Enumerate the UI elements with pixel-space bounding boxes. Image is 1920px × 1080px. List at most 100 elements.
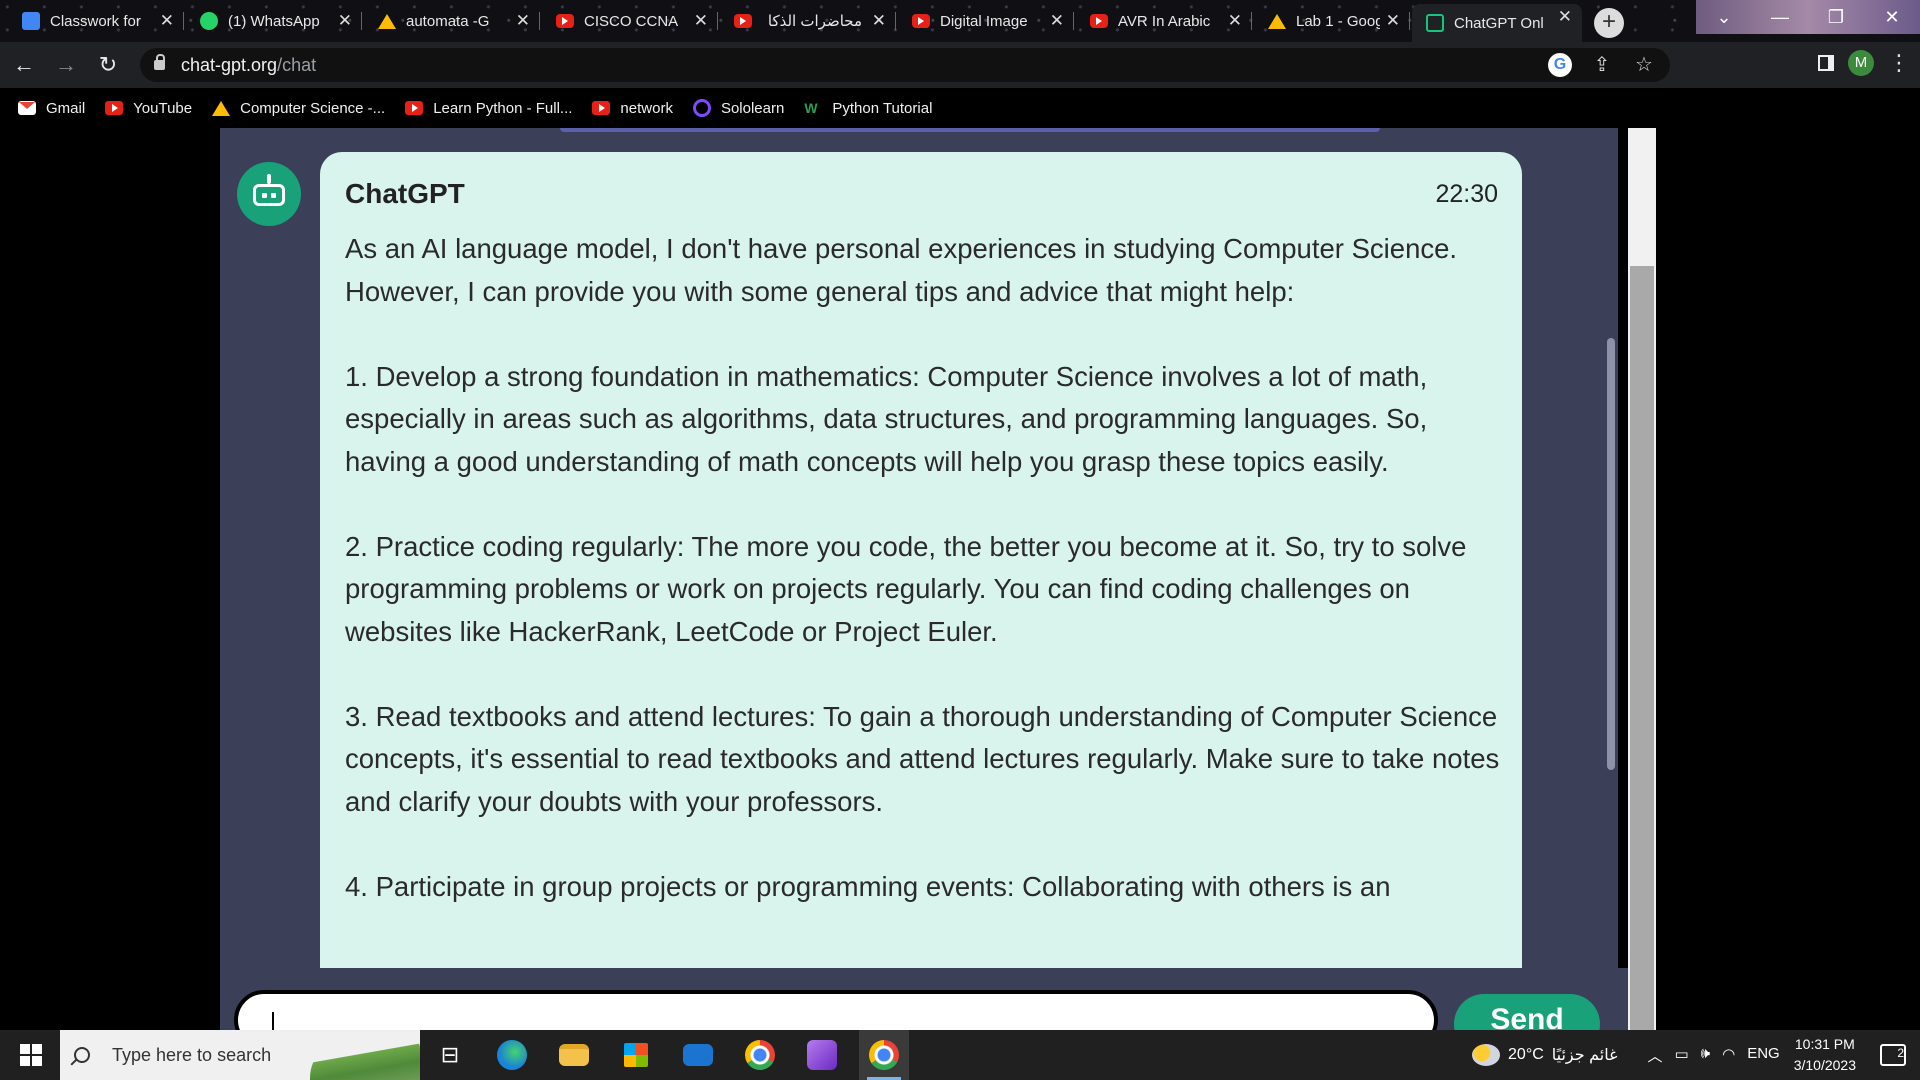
close-window-icon[interactable]: ✕	[1864, 0, 1920, 34]
youtube-icon	[734, 14, 752, 28]
minimize-icon[interactable]: —	[1752, 0, 1808, 34]
bookmark-youtube[interactable]: YouTube	[105, 100, 192, 117]
youtube-icon	[912, 14, 930, 28]
tab-automata[interactable]: automata -G ✕	[364, 6, 540, 36]
close-icon[interactable]: ✕	[1386, 11, 1400, 31]
task-view-icon[interactable]: ⊟	[425, 1030, 475, 1080]
whatsapp-icon	[200, 12, 218, 30]
close-icon[interactable]: ✕	[694, 11, 708, 31]
bookmark-label: YouTube	[133, 99, 193, 117]
forward-icon[interactable]: →	[48, 47, 84, 83]
tab-search-icon[interactable]: ⌄	[1696, 0, 1752, 34]
google-lens-icon[interactable]: G	[1548, 53, 1572, 77]
kebab-menu-icon[interactable]: ⋮	[1888, 50, 1910, 76]
windows-start-icon[interactable]	[20, 1044, 42, 1066]
sololearn-icon	[692, 99, 711, 117]
bookmark-python-tutorial[interactable]: W Python Tutorial	[804, 100, 932, 117]
edge-icon[interactable]	[487, 1030, 537, 1080]
address-bar[interactable]: chat-gpt.org/chat G ⇪ ☆	[140, 48, 1670, 82]
chrome-profile-icon[interactable]	[859, 1030, 909, 1080]
window-controls: ⌄ — ❐ ✕	[1696, 0, 1920, 34]
share-icon[interactable]: ⇪	[1590, 53, 1614, 77]
close-icon[interactable]: ✕	[1558, 7, 1572, 27]
close-icon[interactable]: ✕	[516, 11, 530, 31]
google-drive-icon	[1268, 12, 1286, 30]
tab-avr-arabic[interactable]: AVR In Arabic ✕	[1076, 6, 1252, 36]
bookmark-star-icon[interactable]: ☆	[1632, 53, 1656, 77]
new-tab-button[interactable]: +	[1594, 8, 1624, 38]
windows-taskbar: Type here to search ⊟ 20°C غائم جزئيًا ︿…	[0, 1030, 1920, 1080]
visual-studio-icon[interactable]	[797, 1030, 847, 1080]
tab-title: Classwork for	[50, 12, 141, 30]
robot-icon	[253, 184, 285, 206]
tab-title: Lab 1 - Googl	[1296, 12, 1380, 30]
youtube-icon	[592, 101, 611, 115]
tab-arabic-lectures[interactable]: محاضرات الذكا ✕	[720, 6, 896, 36]
tab-digital-image[interactable]: Digital Image ✕	[898, 6, 1074, 36]
battery-icon[interactable]: ▭	[1674, 1045, 1688, 1066]
bookmark-learn-python[interactable]: Learn Python - Full...	[405, 100, 572, 117]
chevron-up-icon[interactable]: ︿	[1647, 1045, 1662, 1066]
tab-lab1[interactable]: Lab 1 - Googl ✕	[1254, 6, 1410, 36]
reload-icon[interactable]: ↻	[90, 47, 126, 83]
page-scrollbar[interactable]	[1628, 128, 1656, 1030]
tab-cisco-ccna[interactable]: CISCO CCNA ✕	[542, 6, 718, 36]
close-icon[interactable]: ✕	[1228, 11, 1242, 31]
search-placeholder: Type here to search	[112, 1044, 272, 1065]
message-paragraph: 1. Develop a strong foundation in mathem…	[345, 360, 1428, 477]
page-viewport: ChatGPT 22:30 As an AI language model, I…	[0, 128, 1920, 1054]
tab-title: Digital Image	[940, 12, 1028, 30]
close-icon[interactable]: ✕	[160, 11, 174, 31]
language-indicator[interactable]: ENG	[1747, 1045, 1780, 1066]
bookmark-network[interactable]: network	[592, 100, 673, 117]
message-paragraph: As an AI language model, I don't have pe…	[345, 233, 1458, 307]
chatgpt-bot-avatar	[237, 162, 301, 226]
search-icon	[74, 1047, 90, 1063]
weather-temperature: 20°C	[1508, 1046, 1544, 1063]
gmail-icon	[18, 101, 36, 115]
tab-chatgpt[interactable]: ChatGPT Onli ✕	[1412, 4, 1582, 42]
restore-icon[interactable]: ❐	[1808, 0, 1864, 34]
bookmark-gmail[interactable]: Gmail	[18, 100, 85, 117]
bookmark-sololearn[interactable]: Sololearn	[692, 99, 784, 117]
chrome-icon[interactable]	[735, 1030, 785, 1080]
mail-icon[interactable]	[673, 1030, 723, 1080]
message-paragraph: 4. Participate in group projects or prog…	[345, 870, 1391, 902]
close-icon[interactable]: ✕	[872, 11, 886, 31]
weather-condition: غائم جزئيًا	[1551, 1047, 1618, 1064]
chat-scrollbar-thumb[interactable]	[1607, 338, 1615, 770]
tab-title: ChatGPT Onli	[1454, 14, 1544, 32]
close-icon[interactable]: ✕	[1050, 11, 1064, 31]
back-icon[interactable]: ←	[6, 47, 42, 83]
bookmark-computer-science[interactable]: Computer Science -...	[212, 100, 385, 117]
taskbar-search-box[interactable]: Type here to search	[60, 1030, 420, 1080]
robot-antenna	[267, 174, 271, 184]
tab-classwork[interactable]: Classwork for ✕	[8, 6, 184, 36]
notification-center-icon[interactable]: 2	[1880, 1044, 1906, 1066]
search-highlight-image	[310, 1038, 420, 1080]
message-time: 22:30	[1435, 180, 1498, 208]
file-explorer-icon[interactable]	[549, 1030, 599, 1080]
clock-time: 10:31 PM	[1794, 1036, 1855, 1052]
system-clock[interactable]: 10:31 PM 3/10/2023	[1794, 1034, 1856, 1076]
volume-icon[interactable]: 🕪	[1701, 1045, 1710, 1066]
microsoft-store-icon[interactable]	[611, 1030, 661, 1080]
notification-count: 2	[1897, 1046, 1904, 1060]
bookmark-label: Learn Python - Full...	[433, 99, 573, 117]
close-icon[interactable]: ✕	[338, 11, 352, 31]
previous-message-edge	[560, 128, 1380, 132]
tab-title: automata -G	[406, 12, 490, 30]
bookmark-label: network	[620, 99, 673, 117]
page-scrollbar-thumb[interactable]	[1630, 266, 1654, 1030]
side-panel-icon[interactable]	[1818, 55, 1834, 71]
lock-icon[interactable]	[154, 54, 165, 70]
wifi-icon[interactable]: ◠	[1722, 1045, 1735, 1066]
weather-widget[interactable]: 20°C غائم جزئيًا	[1472, 1044, 1617, 1066]
tab-title: CISCO CCNA	[584, 12, 679, 30]
tab-whatsapp[interactable]: (1) WhatsApp ✕	[186, 6, 362, 36]
chatgpt-icon	[1426, 14, 1444, 32]
bookmark-label: Python Tutorial	[832, 99, 933, 117]
tab-title: AVR In Arabic	[1118, 12, 1211, 30]
url-host: chat-gpt.org	[181, 54, 278, 75]
profile-avatar[interactable]: M	[1848, 50, 1874, 76]
